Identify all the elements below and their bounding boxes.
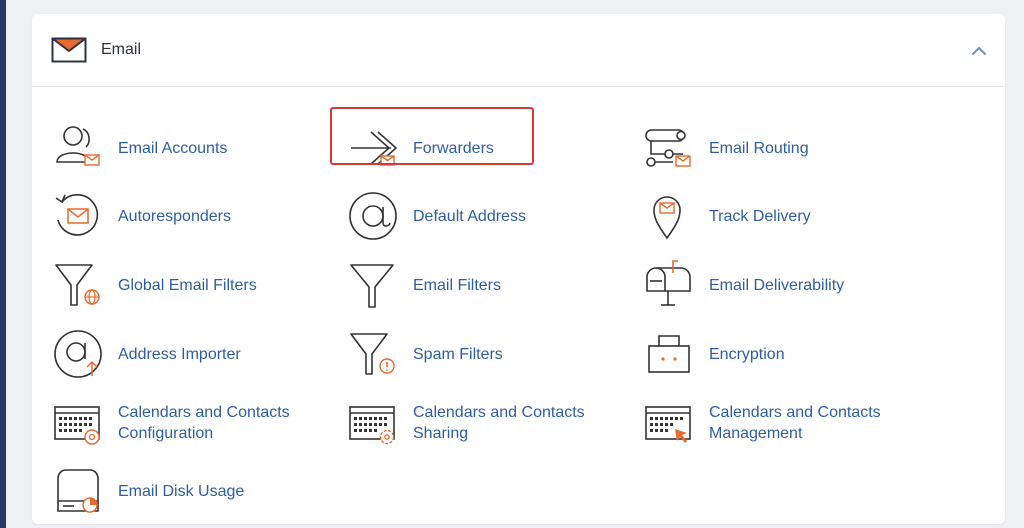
tool-label: Email Deliverability <box>709 276 845 294</box>
user-mail-icon <box>56 126 100 166</box>
tool-track-delivery[interactable]: Track Delivery <box>643 191 811 241</box>
chevron-up-icon[interactable] <box>969 41 989 61</box>
tool-label: Calendars and Contacts Management <box>709 404 881 442</box>
tool-global-email-filters[interactable]: Global Email Filters <box>52 260 257 310</box>
disk-usage-icon <box>57 469 99 513</box>
tool-label: Encryption <box>709 345 785 363</box>
tool-calendars-contacts-sharing[interactable]: Calendars and Contacts Sharing <box>347 397 585 449</box>
filter-globe-icon <box>55 264 100 306</box>
calendar-manage-icon <box>645 406 691 443</box>
tool-label: Email Routing <box>709 139 809 157</box>
tool-calendars-contacts-management[interactable]: Calendars and Contacts Management <box>643 397 881 449</box>
highlight-annotation <box>330 107 534 165</box>
sidebar-edge <box>0 0 6 528</box>
tool-spam-filters[interactable]: Spam Filters <box>347 329 503 379</box>
tool-label: Email Disk Usage <box>118 482 245 500</box>
tool-label: Spam Filters <box>413 345 503 363</box>
panel-title: Email <box>101 41 142 58</box>
briefcase-lock-icon <box>648 335 690 373</box>
tool-autoresponders[interactable]: Autoresponders <box>52 191 231 241</box>
tool-label: Email Filters <box>413 276 502 294</box>
tool-label: Default Address <box>413 207 526 225</box>
tool-email-disk-usage[interactable]: Email Disk Usage <box>52 466 244 516</box>
map-pin-mail-icon <box>653 196 681 240</box>
tool-default-address[interactable]: Default Address <box>347 191 526 241</box>
tool-calendars-contacts-configuration[interactable]: Calendars and Contacts Configuration <box>52 397 290 449</box>
mailbox-icon <box>646 260 691 306</box>
tool-label: Global Email Filters <box>118 276 257 294</box>
tool-label: Track Delivery <box>709 207 811 225</box>
tool-label: Autoresponders <box>118 207 231 225</box>
autoresponder-icon <box>55 194 99 236</box>
tool-email-routing[interactable]: Email Routing <box>643 123 809 173</box>
at-import-icon <box>54 330 102 378</box>
panel-header[interactable]: Email <box>32 14 1005 87</box>
tool-label: Calendars and Contacts Configuration <box>118 404 290 442</box>
at-sign-icon <box>349 192 397 240</box>
routing-icon <box>645 129 691 167</box>
filter-icon <box>350 264 394 308</box>
tool-label: Calendars and Contacts Sharing <box>413 404 585 442</box>
email-panel: Email Email Accounts Forwarders Email Ro… <box>32 14 1005 524</box>
tool-encryption[interactable]: Encryption <box>643 329 785 379</box>
tool-label: Address Importer <box>118 345 241 363</box>
tool-email-filters[interactable]: Email Filters <box>347 260 501 310</box>
filter-warning-icon <box>350 333 395 375</box>
tool-label: Email Accounts <box>118 139 228 157</box>
calendar-at-icon <box>54 406 100 445</box>
calendar-share-icon <box>349 406 395 445</box>
tool-email-accounts[interactable]: Email Accounts <box>52 123 227 173</box>
envelope-icon <box>51 37 87 63</box>
tool-email-deliverability[interactable]: Email Deliverability <box>643 260 844 310</box>
tool-address-importer[interactable]: Address Importer <box>52 329 241 379</box>
